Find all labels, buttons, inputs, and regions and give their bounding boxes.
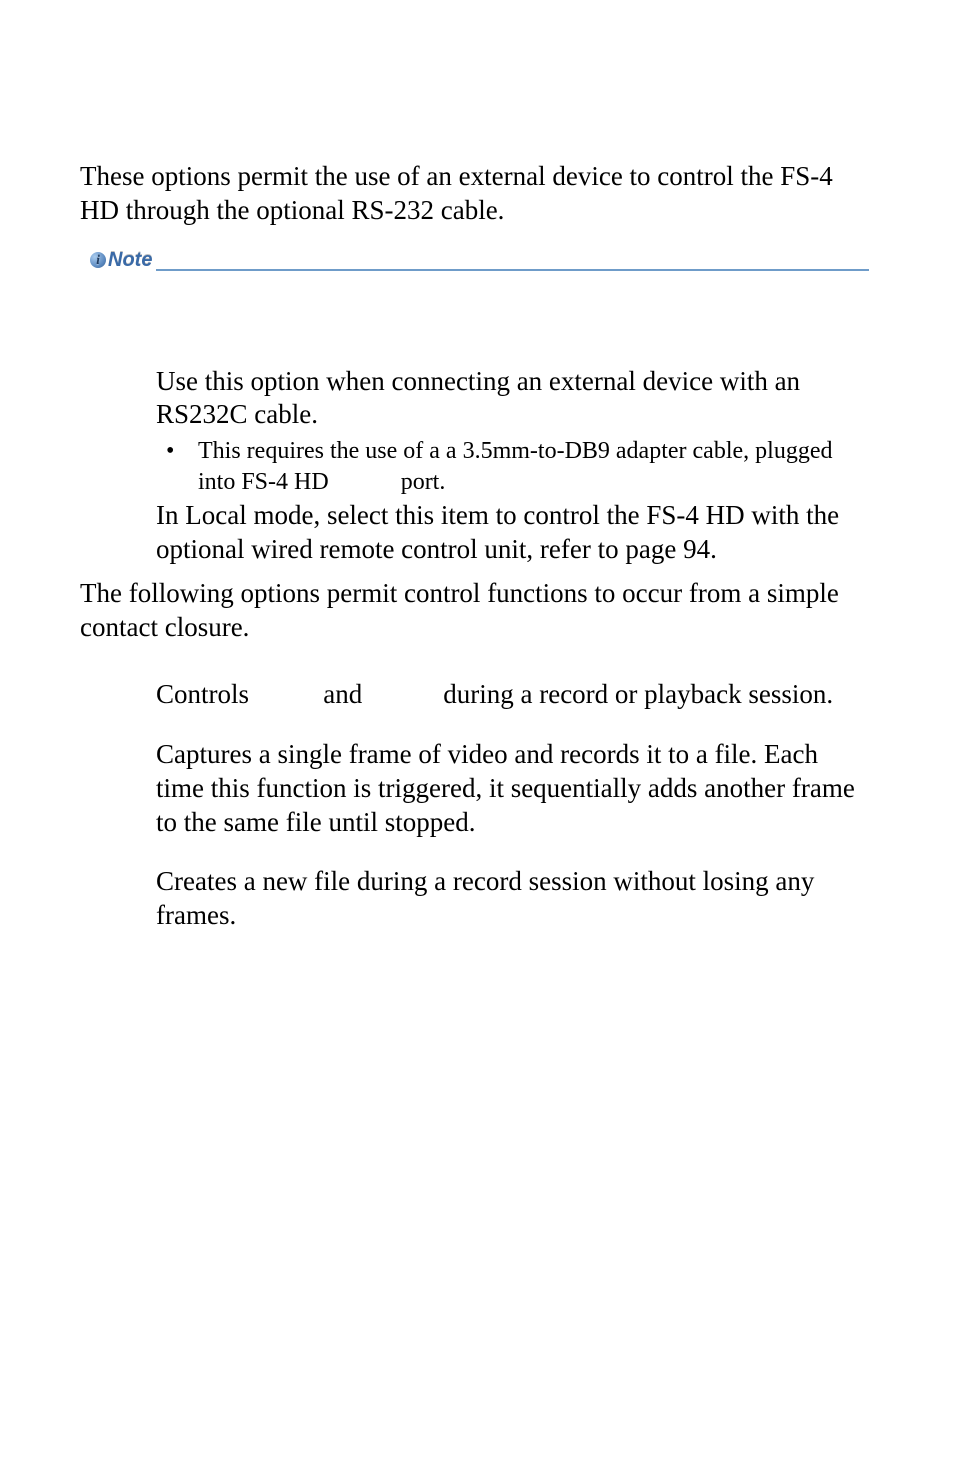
- rs232c-bullet-list: This requires the use of a a 3.5mm-to-DB…: [156, 436, 869, 497]
- snap-section: Captures a single frame of video and rec…: [80, 738, 869, 839]
- newfile-body: Creates a new file during a record sessi…: [156, 865, 869, 933]
- note-header: i Note: [88, 246, 869, 273]
- pause-body: Controls and during a record or playback…: [156, 678, 869, 712]
- pause-pre: Controls: [156, 679, 249, 709]
- pause-section: Controls and during a record or playback…: [80, 678, 869, 712]
- rs232c-bullet-post: port.: [401, 469, 446, 495]
- page-root: These options permit the use of an exter…: [0, 0, 954, 1475]
- rs232c-bullet-pre: This requires the use of a a 3.5mm-to-DB…: [198, 438, 832, 495]
- info-icon: i: [90, 252, 106, 268]
- rs232c-bullet-item: This requires the use of a a 3.5mm-to-DB…: [156, 436, 869, 497]
- note-underline: [156, 269, 869, 271]
- mid-paragraph: The following options permit control fun…: [80, 577, 869, 645]
- rs232c-local-mode: In Local mode, select this item to contr…: [156, 500, 839, 564]
- rs232c-body: Use this option when connecting an exter…: [156, 365, 869, 567]
- snap-body: Captures a single frame of video and rec…: [156, 738, 869, 839]
- note-callout: i Note: [88, 246, 869, 273]
- newfile-section: Creates a new file during a record sessi…: [80, 865, 869, 933]
- rs232c-description: Use this option when connecting an exter…: [156, 366, 800, 430]
- rs232c-section: Use this option when connecting an exter…: [80, 365, 869, 567]
- pause-mid: and: [323, 679, 362, 709]
- note-text: Note: [108, 248, 152, 273]
- intro-paragraph: These options permit the use of an exter…: [80, 160, 869, 228]
- note-label: i Note: [88, 246, 154, 273]
- pause-post: during a record or playback session.: [443, 679, 833, 709]
